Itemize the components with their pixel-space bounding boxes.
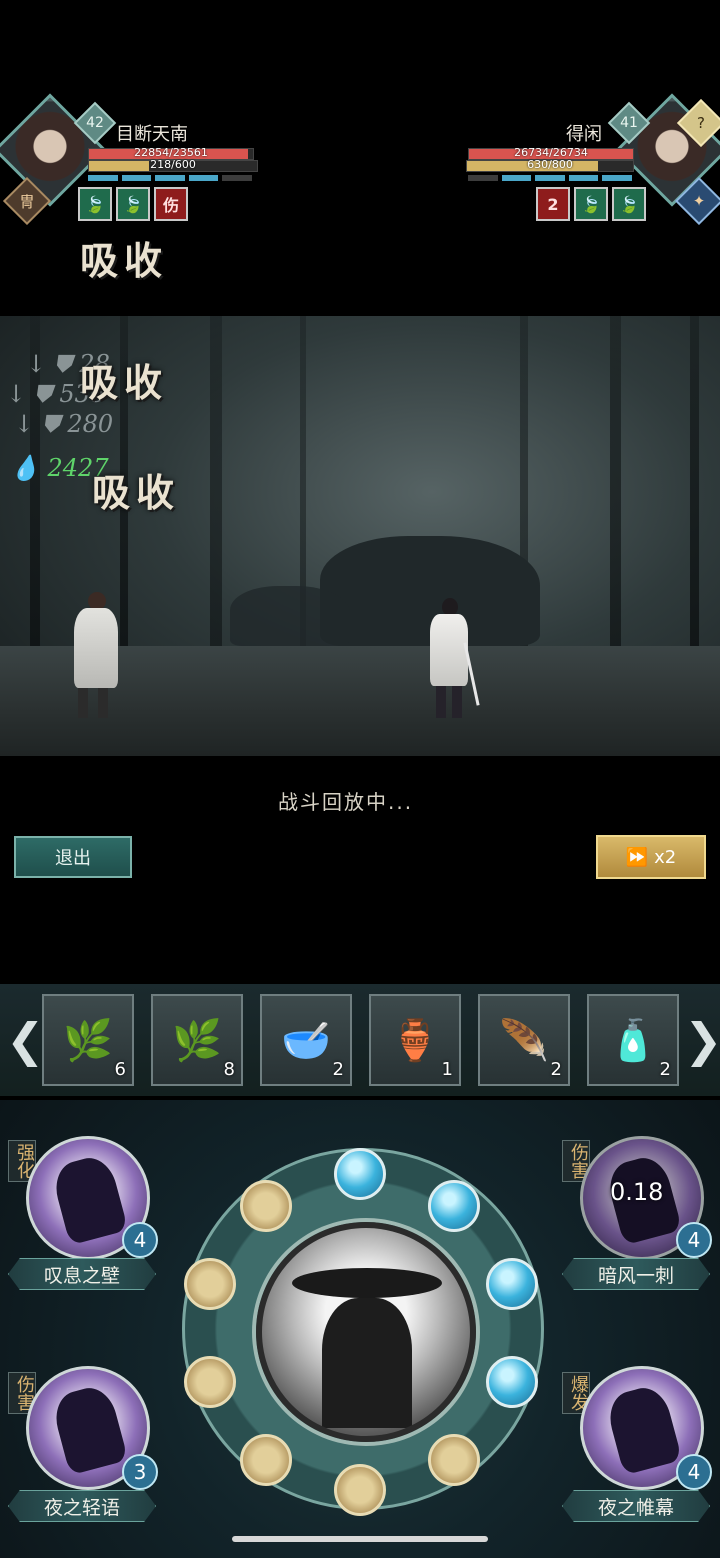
skill-name-label[interactable]: 夜之帷幕 (562, 1490, 710, 1522)
right-player-hud: 41 ? ✦ 得闲 26734/26734 630/800 2 🍃 🍃 (420, 93, 720, 230)
right-fighter (422, 598, 480, 722)
right-energy-segments (468, 175, 632, 181)
item-bar: ❮ 🌿 6 🌿 8 🥣 2 🏺 1 🪶 2 🧴 2 ❯ (0, 984, 720, 1096)
energy-seg (88, 175, 118, 181)
right-mp-bar: 630/800 (466, 158, 634, 172)
ultimate-skill-orb[interactable] (256, 1222, 476, 1442)
medicine-pot-icon: 🏺 (390, 1017, 440, 1064)
skill-cooldown: 0.18 (610, 1178, 664, 1206)
left-fighter (56, 592, 126, 722)
energy-node-empty (428, 1434, 480, 1486)
exit-button-label: 退出 (55, 848, 91, 869)
bamboo-stalk (210, 316, 222, 676)
crystal-icon: ✦ (692, 192, 706, 210)
absorb-float-text: 吸收 (92, 470, 181, 515)
exit-button[interactable]: 退出 (14, 836, 132, 878)
energy-seg (535, 175, 565, 181)
energy-seg (468, 175, 498, 181)
item-count: 2 (332, 1059, 344, 1080)
peacock-feather-icon: 🪶 (499, 1017, 549, 1064)
title-icon: 冑 (19, 192, 35, 211)
porridge-bowl-icon: 🥣 (281, 1017, 331, 1064)
energy-node-empty (184, 1356, 236, 1408)
left-player-hud: 42 冑 目断天南 22854/23561 218/600 🍃 🍃 伤 (0, 93, 300, 230)
skill-count-badge: 4 (122, 1222, 158, 1258)
item-slot[interactable]: 🌿 8 (151, 994, 243, 1086)
energy-seg (501, 175, 532, 181)
left-energy-segments (88, 175, 252, 181)
right-player-name: 得闲 (566, 124, 602, 145)
skill-name-label[interactable]: 叹息之壁 (8, 1258, 156, 1290)
item-count: 2 (659, 1059, 671, 1080)
skill-count-badge: 3 (122, 1454, 158, 1490)
item-count: 6 (114, 1059, 126, 1080)
herb-icon: 🌿 (172, 1017, 222, 1064)
energy-node-empty (334, 1464, 386, 1516)
battle-scene: ↓ ⛊ 28 ↓ ⛊ 536 ↓ ⛊ 280 💧 2427 吸收 吸收 (0, 316, 720, 756)
skill-silhouette (49, 1152, 129, 1246)
right-mp-text: 630/800 (527, 158, 573, 171)
skill-name-label[interactable]: 夜之轻语 (8, 1490, 156, 1522)
energy-seg (602, 175, 632, 181)
speed-button-label: x2 (654, 846, 677, 868)
swordsman-silhouette (322, 1298, 412, 1428)
skill-silhouette (49, 1382, 129, 1476)
lotus-buff-icon[interactable]: 🍃 (612, 187, 646, 221)
home-indicator[interactable] (232, 1536, 488, 1542)
damage-value: 280 (67, 410, 114, 438)
item-slot[interactable]: 🥣 2 (260, 994, 352, 1086)
left-mp-bar: 218/600 (88, 158, 258, 172)
absorb-float-text: 吸收 (80, 360, 169, 405)
energy-seg (568, 175, 599, 181)
energy-seg (155, 175, 185, 181)
skill-name-label[interactable]: 暗风一刺 (562, 1258, 710, 1290)
bamboo-stalk (690, 316, 699, 676)
skill-count-badge: 4 (676, 1222, 712, 1258)
potion-bottle-icon: 🧴 (608, 1017, 658, 1064)
leaf-buff-icon[interactable]: 🍃 (116, 187, 150, 221)
energy-seg (222, 175, 252, 181)
left-buff-row: 🍃 🍃 伤 (78, 187, 188, 221)
straw-hat-silhouette (292, 1268, 442, 1298)
background-rock (230, 586, 350, 646)
absorb-float-text: 吸收 (80, 238, 169, 283)
energy-seg (188, 175, 219, 181)
energy-node-filled (486, 1356, 538, 1408)
skill-silhouette (603, 1382, 683, 1476)
left-player-name: 目断天南 (116, 124, 188, 145)
energy-node-filled (334, 1148, 386, 1200)
energy-node-empty (184, 1258, 236, 1310)
left-player-level: 42 (86, 115, 104, 131)
item-slot[interactable]: 🧴 2 (587, 994, 679, 1086)
right-player-level: 41 (620, 115, 638, 131)
speed-button[interactable]: ⏩ x2 (596, 835, 706, 879)
chevron-left-icon[interactable]: ❮ (6, 1012, 45, 1068)
energy-node-empty (240, 1180, 292, 1232)
damage-number: ↓ ⛊ 280 (14, 410, 114, 438)
item-slot[interactable]: 🪶 2 (478, 994, 570, 1086)
energy-node-filled (486, 1258, 538, 1310)
energy-node-filled (428, 1180, 480, 1232)
leaf-buff-icon[interactable]: 🍃 (574, 187, 608, 221)
chevron-right-icon[interactable]: ❯ (684, 1012, 720, 1068)
skill-count-badge: 4 (676, 1454, 712, 1490)
replay-status: 战斗回放中... (278, 790, 414, 814)
item-count: 1 (441, 1059, 453, 1080)
fast-forward-icon: ⏩ (625, 846, 649, 868)
question-icon: ? (697, 114, 705, 132)
bamboo-stalk (610, 316, 621, 676)
left-mp-text: 218/600 (150, 158, 196, 171)
item-slot[interactable]: 🏺 1 (369, 994, 461, 1086)
right-buff-row: 2 🍃 🍃 (536, 187, 646, 221)
wound-debuff-icon[interactable]: 伤 (154, 187, 188, 221)
lotus-buff-icon[interactable]: 🍃 (78, 187, 112, 221)
item-slot[interactable]: 🌿 6 (42, 994, 134, 1086)
item-count: 2 (550, 1059, 562, 1080)
energy-seg (121, 175, 152, 181)
herb-icon: 🌿 (63, 1017, 113, 1064)
item-count: 8 (223, 1059, 235, 1080)
bleed-debuff-icon[interactable]: 2 (536, 187, 570, 221)
energy-node-empty (240, 1434, 292, 1486)
